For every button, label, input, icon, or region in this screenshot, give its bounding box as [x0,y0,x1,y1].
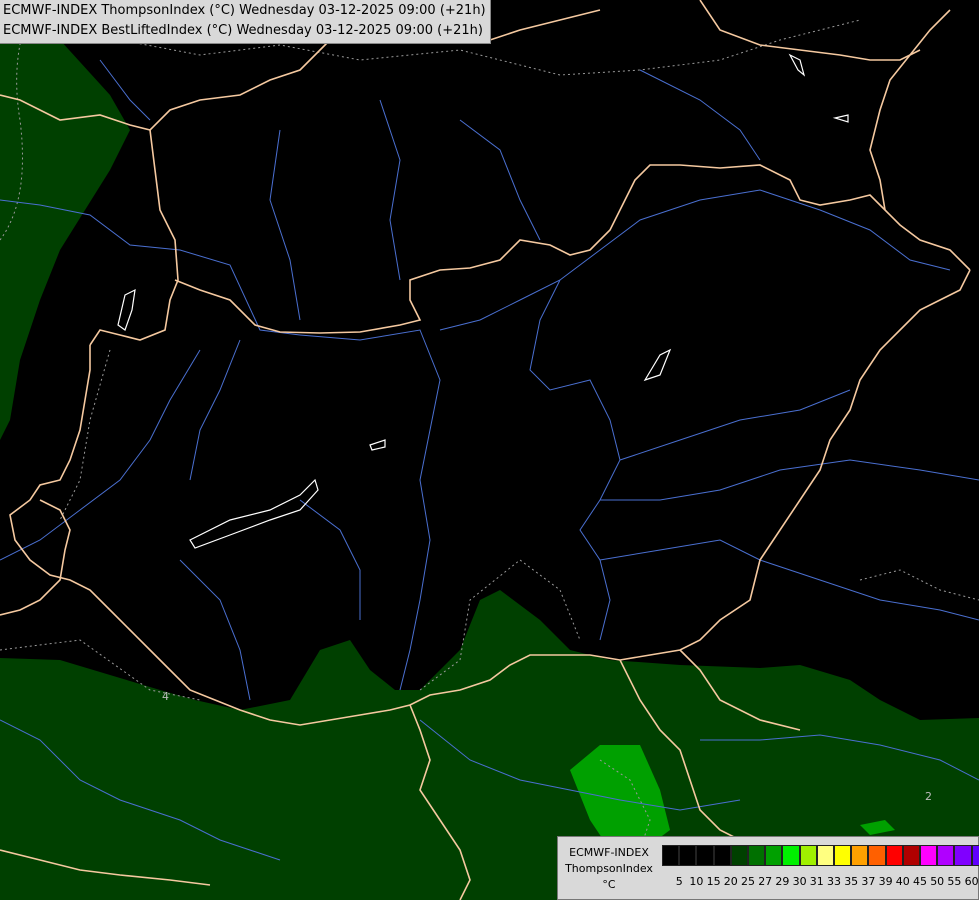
title-best-lifted-index: ECMWF-INDEX BestLiftedIndex (°C) Wednesd… [3,23,483,38]
weather-map: 4 2 2 [0,0,979,900]
legend-swatch [765,845,783,866]
legend-swatch [954,845,972,866]
legend-swatch [679,845,697,866]
legend-swatch [885,845,903,866]
contour-label: 2 [925,790,932,803]
legend-swatch [799,845,817,866]
legend-swatch [696,845,714,866]
legend-swatch [937,845,955,866]
legend-swatch [834,845,852,866]
legend-swatch [748,845,766,866]
legend-model-label: ECMWF-INDEX [569,846,649,859]
legend-swatch [713,845,731,866]
legend-unit-label: °C [602,878,616,891]
legend-swatch [902,845,920,866]
legend-swatch [868,845,886,866]
legend-swatch [920,845,938,866]
legend-swatch [782,845,800,866]
color-legend: ECMWF-INDEX ThompsonIndex °C 5 10 15 20 25 27… [557,836,979,900]
legend-swatch [730,845,748,866]
legend-tick-label: 60 [964,875,979,888]
legend-swatch [816,845,834,866]
contour-label: 4 [162,690,169,703]
legend-parameter-label: ThompsonIndex [565,862,653,875]
legend-swatch [851,845,869,866]
legend-swatch [971,845,979,866]
map-title-box: ECMWF-INDEX ThompsonIndex (°C) Wednesday… [0,0,491,44]
title-thompson-index: ECMWF-INDEX ThompsonIndex (°C) Wednesday… [3,3,486,18]
legend-swatch [662,845,680,866]
